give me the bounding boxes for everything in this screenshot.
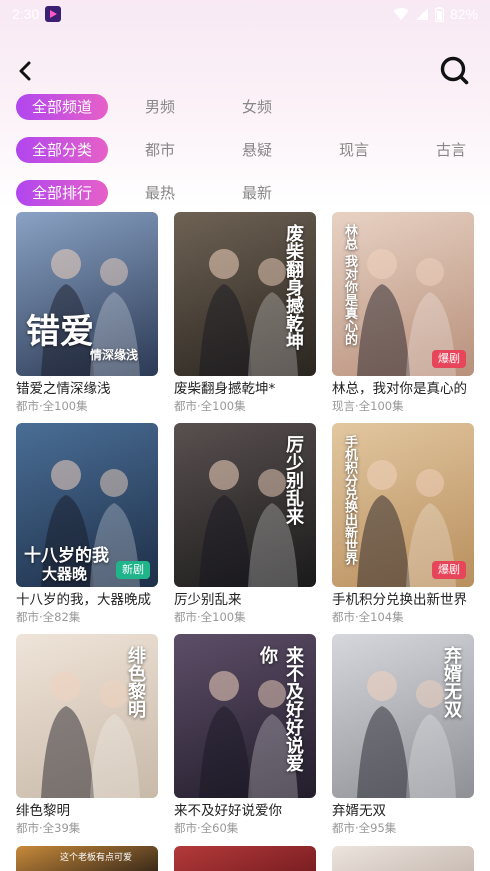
drama-title: 十八岁的我，大器晚成: [16, 592, 151, 608]
drama-poster: 厉少别乱来: [174, 423, 316, 587]
poster-title-art: 错爱: [26, 312, 94, 352]
drama-meta: 都市·全60集: [174, 821, 239, 835]
poster-title-art: 厉少别乱来: [283, 435, 304, 525]
search-icon: [440, 56, 469, 85]
chip-ancient-romance[interactable]: 古言: [436, 137, 466, 163]
chip-male-channel[interactable]: 男频: [145, 94, 175, 120]
drama-card[interactable]: 手机积分兑换出新世界 爆剧 手机积分兑换出新世界 都市·全104集: [332, 423, 474, 625]
status-left: 2:30: [12, 6, 62, 22]
poster-title-art: 来不及好好说爱你: [257, 646, 304, 772]
drama-title: 绯色黎明: [16, 803, 70, 819]
hot-drama-badge: 爆剧: [432, 350, 466, 368]
chip-modern-romance[interactable]: 现言: [339, 137, 369, 163]
poster-subtitle-art: 情深缘浅: [90, 348, 139, 362]
new-drama-badge: 新剧: [116, 561, 150, 579]
drama-poster: 绯色黎明: [16, 634, 158, 798]
nav-bar: [0, 52, 490, 92]
drama-meta: 都市·全82集: [16, 610, 81, 624]
drama-meta: 都市·全100集: [174, 610, 246, 624]
drama-card[interactable]: 错爱 情深缘浅错爱之情深缘浅 都市·全100集: [16, 212, 158, 414]
drama-title: 手机积分兑换出新世界: [332, 592, 467, 608]
chip-all-channels[interactable]: 全部频道: [16, 94, 109, 120]
poster-title-art: 废柴翻身撼乾坤: [283, 224, 304, 350]
chip-all-rankings[interactable]: 全部排行: [16, 180, 109, 206]
drama-card[interactable]: 废柴翻身撼乾坤废柴翻身撼乾坤* 都市·全100集: [174, 212, 316, 414]
signal-icon: [415, 8, 428, 20]
drama-title: 来不及好好说爱你: [174, 803, 282, 819]
drama-meta: 都市·全104集: [332, 610, 404, 624]
poster-title-art: 手机积分兑换出新世界: [342, 435, 357, 565]
drama-meta: 都市·全39集: [16, 821, 81, 835]
drama-poster: 错爱 情深缘浅: [16, 212, 158, 376]
status-right: 82%: [393, 6, 478, 22]
drama-card[interactable]: 林总 我对你是真心的爆剧林总，我对你是真心的 现言·全100集: [332, 212, 474, 414]
drama-poster: 废柴翻身撼乾坤: [174, 212, 316, 376]
drama-meta: 现言·全100集: [332, 399, 404, 413]
drama-card[interactable]: 来不及好好说爱你 来不及好好说爱你 都市·全60集: [174, 634, 316, 836]
drama-poster: 弃婿无双: [332, 634, 474, 798]
drama-card-partial[interactable]: [332, 846, 474, 871]
drama-title: 林总，我对你是真心的: [332, 381, 467, 397]
wifi-icon: [393, 8, 409, 20]
battery-percent: 82%: [449, 6, 478, 22]
drama-meta: 都市·全100集: [174, 399, 246, 413]
drama-card-partial[interactable]: [174, 846, 316, 871]
drama-card[interactable]: 弃婿无双 弃婿无双 都市·全95集: [332, 634, 474, 836]
poster-title-art: 弃婿无双: [441, 646, 462, 718]
drama-poster: 林总 我对你是真心的爆剧: [332, 212, 474, 376]
drama-card[interactable]: 厉少别乱来 厉少别乱来 都市·全100集: [174, 423, 316, 625]
poster-title-art: 绯色黎明: [125, 646, 146, 718]
drama-poster: 手机积分兑换出新世界爆剧: [332, 423, 474, 587]
back-button[interactable]: [10, 56, 40, 86]
poster-subtitle-art: 大器晚: [42, 565, 88, 583]
chip-female-channel[interactable]: 女频: [242, 94, 272, 120]
drama-meta: 都市·全95集: [332, 821, 397, 835]
hot-drama-badge: 爆剧: [432, 561, 466, 579]
search-button[interactable]: [438, 54, 472, 88]
drama-title: 错爱之情深缘浅: [16, 381, 111, 397]
chevron-left-icon: [19, 61, 31, 81]
drama-title: 厉少别乱来: [174, 592, 242, 608]
drama-card[interactable]: 绯色黎明 绯色黎明 都市·全39集: [16, 634, 158, 836]
app-notification-icon: [45, 6, 62, 22]
drama-title: 废柴翻身撼乾坤*: [174, 381, 276, 397]
drama-poster: 来不及好好说爱你: [174, 634, 316, 798]
chip-hottest[interactable]: 最热: [145, 180, 175, 206]
drama-title: 弃婿无双: [332, 803, 386, 819]
partial-poster-caption: 这个老板有点可爱: [60, 853, 133, 863]
chip-urban[interactable]: 都市: [145, 137, 175, 163]
chip-newest[interactable]: 最新: [242, 180, 272, 206]
status-time: 2:30: [12, 6, 40, 22]
drama-meta: 都市·全100集: [16, 399, 88, 413]
drama-card-partial[interactable]: 这个老板有点可爱: [16, 846, 158, 871]
drama-poster: 十八岁的我 大器晚 新剧: [16, 423, 158, 587]
chip-suspense[interactable]: 悬疑: [242, 137, 272, 163]
battery-icon: [434, 6, 444, 22]
drama-card[interactable]: 十八岁的我 大器晚 新剧 十八岁的我，大器晚成 都市·全82集: [16, 423, 158, 625]
poster-title-art: 林总 我对你是真心的: [342, 224, 357, 346]
status-bar: 2:30 82%: [0, 0, 490, 28]
chip-all-categories[interactable]: 全部分类: [16, 137, 109, 163]
